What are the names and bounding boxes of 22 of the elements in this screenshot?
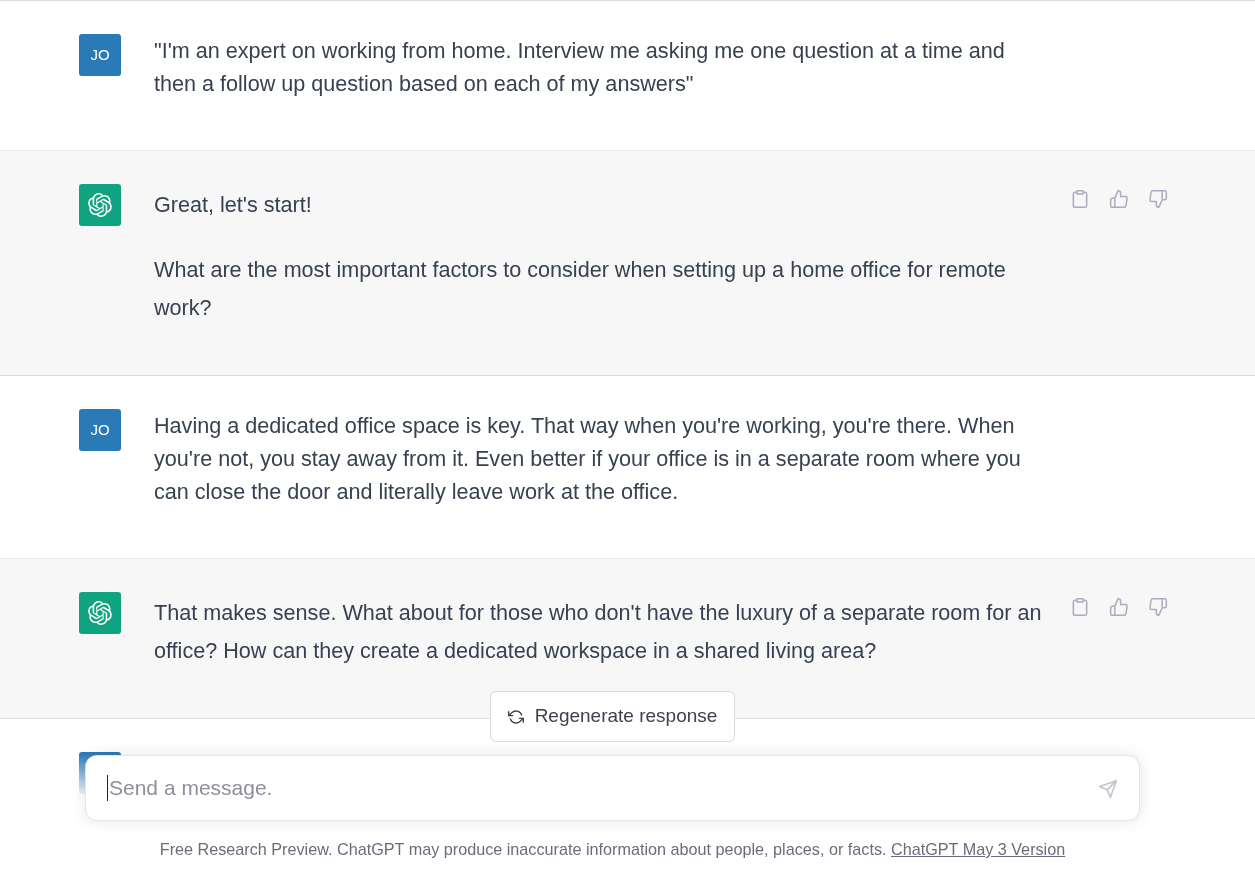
message-text: "I'm an expert on working from home. Interview me asking me one question at a time and then a follow up question based on each of my answers" bbox=[154, 37, 1006, 98]
message-input[interactable]: Send a message. bbox=[85, 755, 1140, 821]
assistant-avatar-icon bbox=[79, 592, 121, 634]
message-text: What are the most important factors to consider when setting up a home office for remote work? bbox=[154, 256, 1007, 322]
version-link[interactable]: ChatGPT May 3 Version bbox=[890, 840, 1066, 858]
disclaimer-text: Free Research Preview. ChatGPT may produce inaccurate information about people, places, or facts. ChatGPT May 3 Version bbox=[159, 839, 1066, 859]
refresh-icon bbox=[507, 708, 524, 725]
thumbs-down-icon[interactable] bbox=[1148, 597, 1168, 617]
user-avatar: JO bbox=[79, 34, 121, 76]
message-text: Having a dedicated office space is key. That way when you're working, you're there. When you're not, you stay away from it. Even better if your office is in a separate room where you can close the door and literally leave work at the office. bbox=[154, 412, 1022, 506]
text-cursor bbox=[107, 775, 108, 801]
regenerate-button[interactable]: Regenerate response bbox=[489, 691, 736, 742]
message-text: Great, let's start! bbox=[154, 191, 313, 219]
thumbs-down-icon[interactable] bbox=[1148, 189, 1168, 209]
message-text: That makes sense. What about for those who don't have the luxury of a separate room for an office? How can they create a dedicated workspace in a shared living area? bbox=[154, 599, 1043, 665]
clipboard-icon[interactable] bbox=[1070, 597, 1090, 617]
user-avatar: JO bbox=[79, 409, 121, 451]
send-icon[interactable] bbox=[1098, 779, 1118, 799]
clipboard-icon[interactable] bbox=[1070, 189, 1090, 209]
assistant-avatar-icon bbox=[79, 184, 121, 226]
thumbs-up-icon[interactable] bbox=[1109, 189, 1129, 209]
thumbs-up-icon[interactable] bbox=[1109, 597, 1129, 617]
